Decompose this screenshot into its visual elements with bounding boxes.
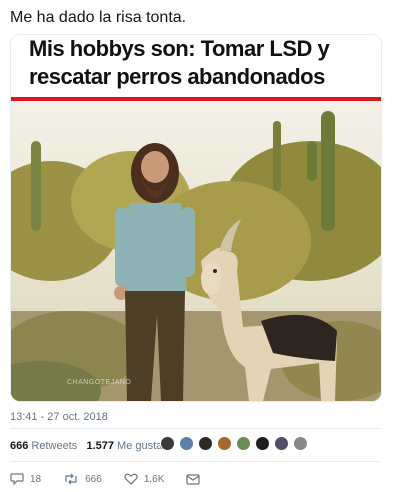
retweet-icon <box>65 473 77 485</box>
likes-label[interactable]: Me gusta <box>117 440 162 452</box>
liker-avatars <box>160 434 312 452</box>
avatar[interactable] <box>198 435 213 451</box>
divider-top <box>10 428 380 429</box>
like-button[interactable]: 1,6K <box>124 473 165 485</box>
avatar[interactable] <box>236 435 251 451</box>
avatar[interactable] <box>217 435 232 451</box>
likes-count[interactable]: 1.577 <box>86 440 114 452</box>
tweet-actions: 18 666 1,6K <box>10 471 228 487</box>
direct-message-button[interactable] <box>186 473 206 485</box>
avatar[interactable] <box>179 435 194 451</box>
reply-button[interactable]: 18 <box>10 473 41 485</box>
reply-count: 18 <box>30 473 42 485</box>
avatar[interactable] <box>160 435 175 451</box>
retweet-button[interactable]: 666 <box>63 473 102 485</box>
meme-header: Mis hobbys son: Tomar LSD y rescatar per… <box>11 35 381 101</box>
tweet-stats: 666 Retweets 1.577 Me gusta <box>10 440 162 452</box>
watermark: CHANGOTEJANO <box>67 379 132 386</box>
tweet-text: Me ha dado la risa tonta. <box>10 9 187 26</box>
divider-bottom <box>10 461 380 462</box>
retweet-count: 666 <box>85 473 102 485</box>
avatar[interactable] <box>255 435 270 451</box>
avatar[interactable] <box>274 435 289 451</box>
meme-photo <box>11 101 381 401</box>
meme-headline: Mis hobbys son: Tomar LSD y rescatar per… <box>29 36 330 89</box>
reply-icon <box>10 473 24 485</box>
heart-icon <box>124 473 138 485</box>
tweet-media[interactable]: Mis hobbys son: Tomar LSD y rescatar per… <box>10 34 382 402</box>
like-count: 1,6K <box>143 473 165 485</box>
retweets-label[interactable]: Retweets <box>31 440 77 452</box>
tweet-timestamp[interactable]: 13:41 - 27 oct. 2018 <box>10 411 108 423</box>
retweets-count[interactable]: 666 <box>10 440 28 452</box>
avatar[interactable] <box>293 435 308 451</box>
direct-message-icon <box>186 474 200 485</box>
